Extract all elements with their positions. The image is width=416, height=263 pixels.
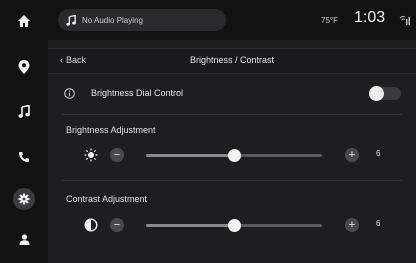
brightness-row: − + 6 — [48, 145, 416, 165]
contrast-slider-thumb[interactable] — [228, 219, 241, 232]
contrast-icon — [84, 218, 98, 232]
page-header: ‹ Back Brightness / Contrast — [48, 48, 416, 74]
sun-icon — [84, 148, 98, 162]
map-pin-icon — [18, 60, 30, 74]
brightness-slider-fill — [146, 154, 234, 157]
home-icon — [18, 15, 30, 27]
contrast-decrease-button[interactable]: − — [110, 218, 124, 232]
sidebar-item-phone[interactable] — [0, 140, 48, 174]
temperature-readout: 75°F — [321, 16, 338, 25]
contrast-increase-button[interactable]: + — [345, 218, 359, 232]
info-icon — [64, 88, 75, 99]
dial-control-toggle[interactable] — [369, 86, 401, 101]
dial-control-label: Brightness Dial Control — [91, 88, 184, 98]
music-note-icon — [66, 14, 76, 26]
contrast-row: − + 6 — [48, 215, 416, 235]
brightness-value: 6 — [376, 149, 381, 158]
now-playing-pill[interactable]: No Audio Playing — [58, 9, 226, 31]
sidebar-item-settings[interactable] — [0, 182, 48, 216]
status-bar: No Audio Playing 75°F 1:03 — [48, 0, 416, 40]
contrast-slider[interactable] — [146, 219, 322, 232]
person-icon — [19, 233, 29, 245]
brightness-slider-thumb[interactable] — [228, 149, 241, 162]
brightness-decrease-button[interactable]: − — [110, 148, 124, 162]
dial-control-row[interactable]: Brightness Dial Control — [48, 82, 416, 106]
now-playing-text: No Audio Playing — [82, 15, 143, 25]
sidebar-nav — [0, 0, 49, 263]
page-title: Brightness / Contrast — [189, 55, 275, 65]
contrast-value: 6 — [376, 219, 381, 228]
divider — [62, 114, 402, 115]
sidebar-item-audio[interactable] — [0, 94, 48, 128]
sidebar-item-home[interactable] — [0, 4, 48, 38]
brightness-label: Brightness Adjustment — [66, 125, 156, 135]
contrast-slider-fill — [146, 224, 234, 227]
sidebar-item-profile[interactable] — [0, 222, 48, 256]
divider — [62, 180, 402, 181]
music-note-icon — [18, 104, 30, 118]
brightness-slider[interactable] — [146, 149, 322, 162]
phone-icon — [19, 152, 29, 162]
gear-icon — [18, 193, 30, 205]
clock: 1:03 — [354, 9, 386, 26]
sidebar-item-navigation[interactable] — [0, 50, 48, 84]
signal-icon — [399, 15, 410, 25]
contrast-label: Contrast Adjustment — [66, 194, 148, 204]
toggle-knob — [369, 86, 384, 101]
main-panel: No Audio Playing 75°F 1:03 ‹ Back Brightn… — [48, 0, 416, 263]
brightness-increase-button[interactable]: + — [345, 148, 359, 162]
